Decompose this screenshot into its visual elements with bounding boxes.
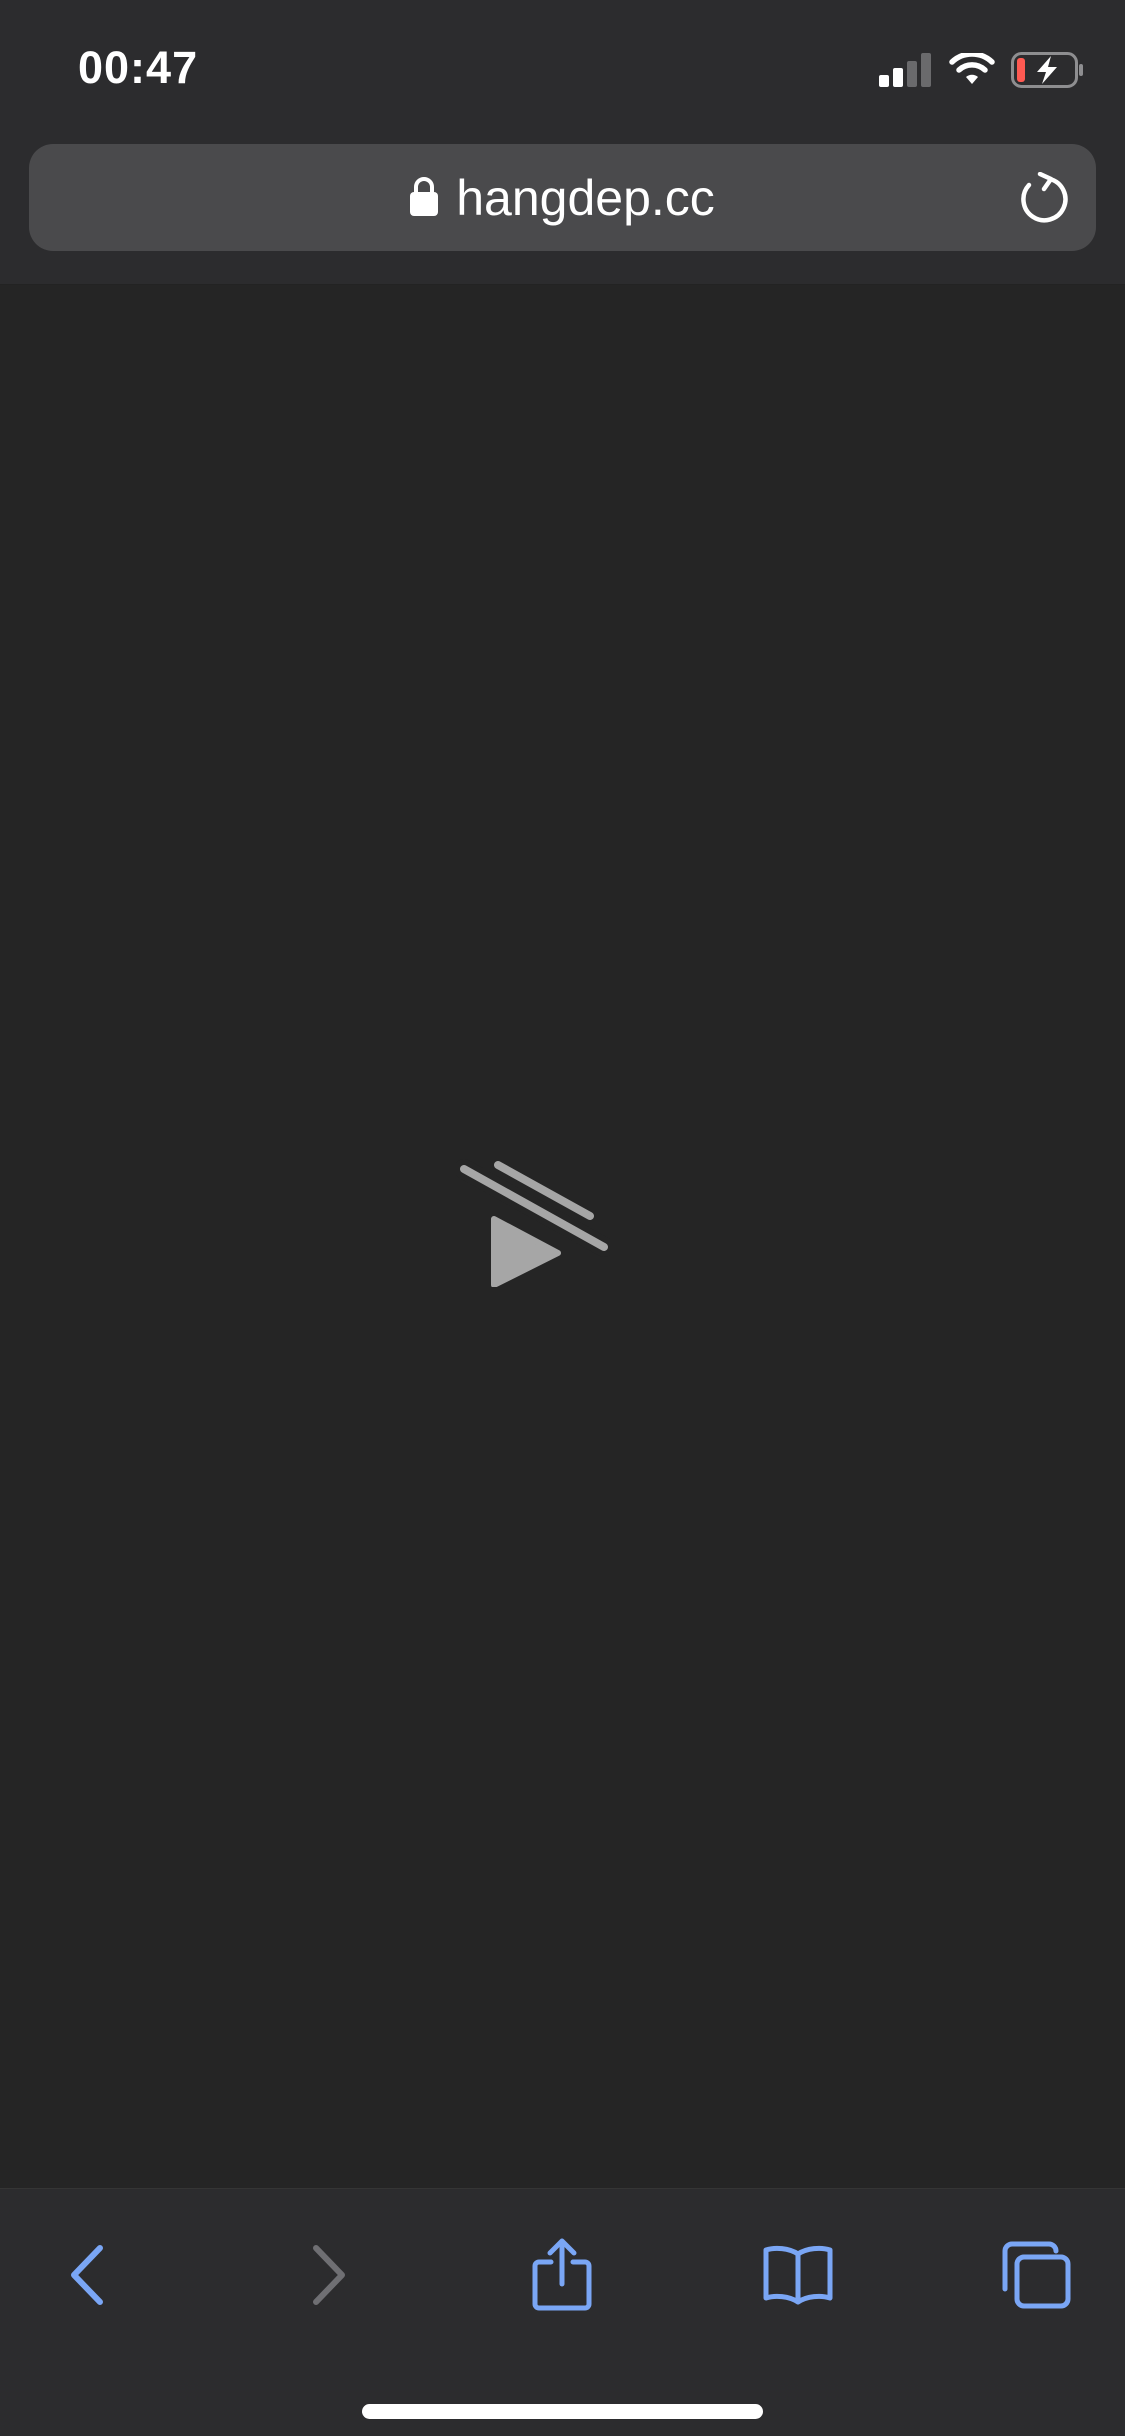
bookmarks-icon — [763, 2245, 833, 2305]
forward-button[interactable] — [278, 2225, 378, 2325]
share-icon — [532, 2238, 592, 2311]
video-playback-blocked-icon — [456, 1159, 610, 1287]
tabs-button[interactable] — [986, 2225, 1086, 2325]
tabs-icon — [1002, 2241, 1071, 2309]
reload-button[interactable] — [1016, 170, 1072, 226]
url-text: hangdep.cc — [456, 169, 715, 226]
back-button[interactable] — [38, 2225, 138, 2325]
share-button[interactable] — [512, 2225, 612, 2325]
cellular-signal-icon — [879, 53, 931, 87]
browser-screen: 00:47 hangdep.cc — [0, 0, 1125, 2436]
status-time: 00:47 — [78, 42, 199, 93]
top-chrome: 00:47 hangdep.cc — [0, 0, 1125, 285]
wifi-icon — [949, 53, 995, 84]
address-display: hangdep.cc — [29, 144, 1096, 251]
reload-icon — [1021, 172, 1068, 223]
status-icons — [879, 48, 1085, 92]
back-icon — [71, 2245, 103, 2305]
bookmarks-button[interactable] — [748, 2225, 848, 2325]
forward-icon — [313, 2245, 345, 2305]
home-indicator[interactable] — [362, 2404, 763, 2419]
address-bar[interactable]: hangdep.cc — [29, 144, 1096, 251]
status-bar: 00:47 — [0, 0, 1125, 140]
page-content — [0, 285, 1125, 2188]
bottom-toolbar — [0, 2188, 1125, 2436]
battery-charging-icon — [1011, 52, 1083, 88]
lock-icon — [410, 176, 439, 216]
